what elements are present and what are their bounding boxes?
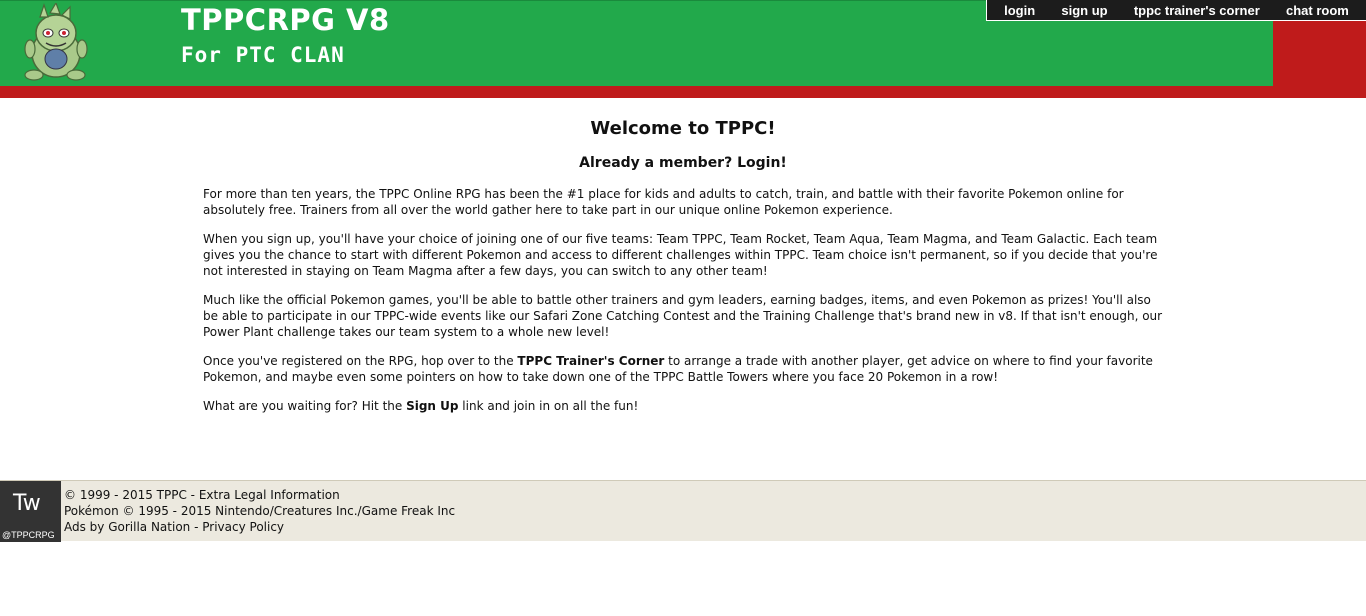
copyright-text: © 1999 - 2015 TPPC - xyxy=(64,488,199,502)
nav-chat-room-link[interactable]: chat room xyxy=(1286,3,1349,18)
intro-text: For more than ten years, the TPPC Online… xyxy=(203,186,1163,414)
footer-line-1: © 1999 - 2015 TPPC - Extra Legal Informa… xyxy=(64,487,455,503)
intro-paragraph-4: Once you've registered on the RPG, hop o… xyxy=(203,353,1163,385)
paragraph-4-text-start: Once you've registered on the RPG, hop o… xyxy=(203,354,518,368)
login-link[interactable]: Login! xyxy=(737,155,787,171)
trainers-corner-link[interactable]: TPPC Trainer's Corner xyxy=(517,354,664,368)
intro-paragraph-1: For more than ten years, the TPPC Online… xyxy=(203,187,1124,217)
member-prompt-text: Already a member? xyxy=(579,155,738,171)
intro-paragraph-5: What are you waiting for? Hit the Sign U… xyxy=(203,398,1163,414)
footer-line-3: Ads by Gorilla Nation - Privacy Policy xyxy=(64,519,455,535)
twitter-badge[interactable]: Tw @TPPCRPG xyxy=(0,481,61,542)
site-title: TPPCRPG V8 xyxy=(181,3,390,37)
twitter-icon: Tw xyxy=(13,491,41,516)
top-nav: login sign up tppc trainer's corner chat… xyxy=(986,0,1366,21)
page-title: Welcome to TPPC! xyxy=(590,118,776,139)
main-content: Welcome to TPPC! Already a member? Login… xyxy=(203,114,1163,427)
signup-link[interactable]: Sign Up xyxy=(406,399,458,413)
tyranitar-logo-icon[interactable] xyxy=(14,3,96,83)
privacy-policy-link[interactable]: Privacy Policy xyxy=(202,520,284,534)
member-login-prompt: Already a member? Login! xyxy=(203,154,1163,172)
extra-legal-link[interactable]: Extra Legal Information xyxy=(199,488,340,502)
footer-separator: - xyxy=(190,520,203,534)
paragraph-5-text-end: link and join in on all the fun! xyxy=(458,399,639,413)
ads-link[interactable]: Ads by Gorilla Nation xyxy=(64,520,190,534)
site-subtitle: For PTC CLAN xyxy=(181,43,345,67)
footer-legal: © 1999 - 2015 TPPC - Extra Legal Informa… xyxy=(64,487,455,535)
twitter-handle: @TPPCRPG xyxy=(2,530,55,540)
site-footer: Tw @TPPCRPG © 1999 - 2015 TPPC - Extra L… xyxy=(0,480,1366,542)
intro-paragraph-3: Much like the official Pokemon games, yo… xyxy=(203,293,1163,339)
intro-paragraph-2: When you sign up, you'll have your choic… xyxy=(203,232,1158,278)
nav-login-link[interactable]: login xyxy=(1004,3,1035,18)
paragraph-5-text-start: What are you waiting for? Hit the xyxy=(203,399,407,413)
site-header: TPPCRPG V8 For PTC CLAN login sign up tp… xyxy=(0,0,1366,98)
footer-line-2: Pokémon © 1995 - 2015 Nintendo/Creatures… xyxy=(64,504,456,518)
nav-signup-link[interactable]: sign up xyxy=(1061,3,1107,18)
nav-trainers-corner-link[interactable]: tppc trainer's corner xyxy=(1134,3,1260,18)
